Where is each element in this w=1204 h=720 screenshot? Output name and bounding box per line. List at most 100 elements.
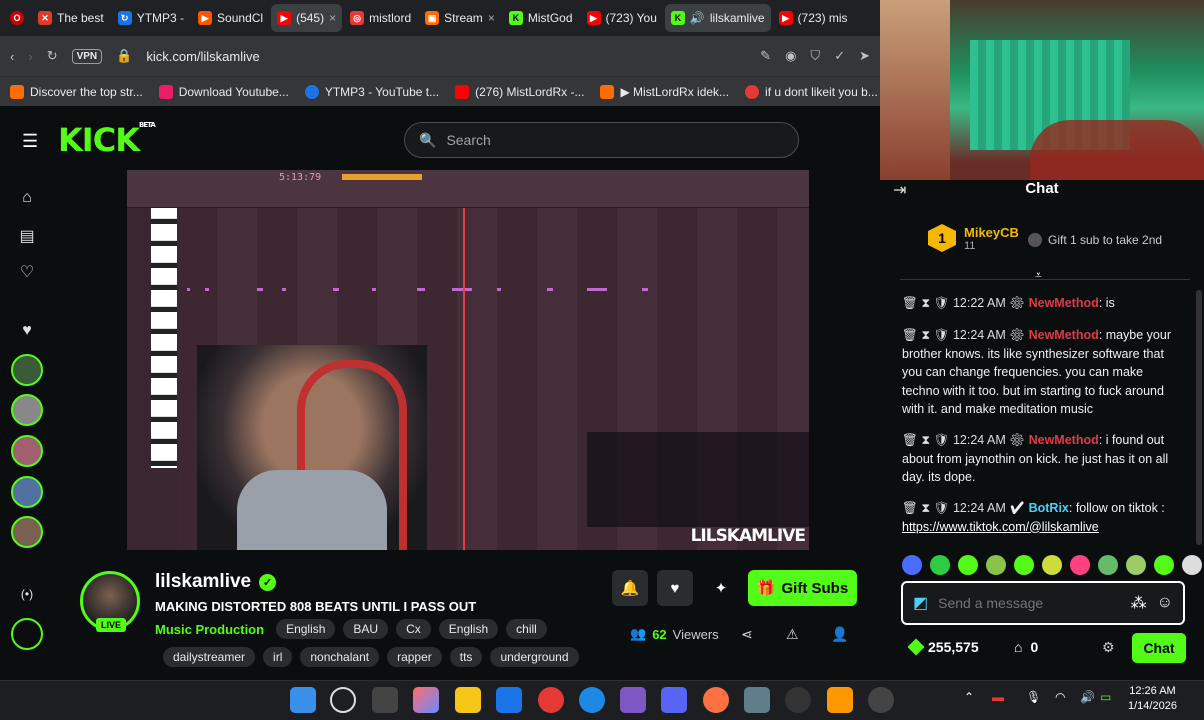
start-menu-icon[interactable] — [290, 687, 316, 713]
bookmark-item[interactable]: Download Youtube... — [158, 84, 289, 99]
edge-icon[interactable] — [579, 687, 605, 713]
message-actions-icon[interactable]: 🗑 ⧗ 🛡 — [902, 501, 953, 515]
message-link[interactable]: https://www.tiktok.com/@lilskamlive — [902, 520, 1099, 534]
reload-icon[interactable]: ↻ — [47, 48, 58, 64]
camera-icon[interactable]: ◉ — [785, 48, 796, 64]
media-app-icon[interactable] — [620, 687, 646, 713]
emote-icon[interactable] — [930, 555, 950, 575]
message-actions-icon[interactable]: 🗑 ⧗ 🛡 — [902, 328, 953, 342]
bookmark-item[interactable]: ▶ MistLordRx idek... — [600, 84, 729, 99]
share-icon[interactable]: ⋖ — [741, 626, 753, 643]
tag-chip[interactable]: tts — [449, 647, 483, 667]
tag-chip[interactable]: BAU — [343, 619, 389, 639]
sparkle-button[interactable]: ✦ — [703, 570, 739, 606]
following-heart-icon[interactable]: ♥ — [13, 317, 41, 345]
live-radio-icon[interactable]: (•) — [13, 580, 41, 608]
notifications-bell-button[interactable]: 🔔 — [612, 570, 648, 606]
browser-tab[interactable]: ◎ mistlord — [344, 4, 417, 32]
file-explorer-icon[interactable] — [455, 687, 481, 713]
tray-chevron-icon[interactable]: ⌃ — [964, 690, 974, 704]
expand-chevron-icon[interactable]: ⩡ — [1035, 268, 1042, 283]
hamburger-menu-icon[interactable]: ☰ — [22, 131, 38, 152]
media-player-icon[interactable] — [868, 687, 894, 713]
streamer-name[interactable]: lilskamlive ✓ — [155, 571, 277, 593]
botrix-icon[interactable]: ◩ — [913, 593, 928, 613]
tag-chip[interactable]: chill — [506, 619, 547, 639]
volume-icon[interactable]: 🔊 — [1080, 690, 1095, 704]
browser-tab[interactable]: ▣ Stream × — [419, 4, 501, 32]
check-icon[interactable]: ✓ — [834, 48, 845, 64]
browser-tab[interactable]: ✕ The best — [32, 4, 110, 32]
tag-chip[interactable]: nonchalant — [300, 647, 380, 667]
user-add-icon[interactable]: 👤 — [831, 626, 848, 643]
emote-icon[interactable] — [1098, 555, 1118, 575]
tag-chip[interactable]: underground — [490, 647, 579, 667]
browser-tab-active[interactable]: K 🔊 lilskamlive — [664, 4, 771, 32]
send-icon[interactable]: ➤ — [859, 48, 870, 64]
close-tab-icon[interactable]: × — [329, 11, 336, 25]
discord-icon[interactable] — [661, 687, 687, 713]
gift-sub-prompt[interactable]: Gift 1 sub to take 2nd — [1028, 233, 1162, 247]
channel-points[interactable]: 255,575 — [907, 638, 979, 656]
bookmark-item[interactable]: Discover the top str... — [10, 84, 143, 99]
battery-icon[interactable]: ▭ — [1100, 690, 1111, 704]
emote-icon[interactable] — [1126, 555, 1146, 575]
emote-icon[interactable] — [1154, 555, 1174, 575]
bookmark-item[interactable]: if u dont likeit you b... — [745, 84, 878, 99]
search-input[interactable]: 🔍 Search — [404, 122, 799, 158]
message-username[interactable]: BotRix — [1029, 501, 1069, 515]
follow-button[interactable]: ♥ — [657, 570, 693, 606]
followed-channel-avatar[interactable] — [11, 394, 43, 426]
browser-tab[interactable]: ▶ (545) × — [271, 4, 343, 32]
browser-tab[interactable]: ▶ (723) mis — [773, 4, 854, 32]
fl-studio-icon[interactable] — [827, 687, 853, 713]
browser-tab[interactable]: ▶ SoundCl — [192, 4, 269, 32]
message-field[interactable] — [938, 595, 1121, 611]
drops-counter[interactable]: ⌂ 0 — [1014, 639, 1038, 655]
back-icon[interactable]: ‹ — [10, 49, 14, 64]
message-actions-icon[interactable]: 🗑 ⧗ 🛡 — [902, 296, 953, 310]
tag-chip[interactable]: English — [276, 619, 336, 639]
browser-tab[interactable]: K MistGod — [503, 4, 579, 32]
browser-tab[interactable]: ▶ (723) You — [581, 4, 663, 32]
tray-app-icon[interactable]: ▬ — [992, 690, 1004, 704]
gift-leaderboard-entry[interactable]: 1 MikeyCB 11 — [928, 224, 1019, 252]
task-view-icon[interactable] — [372, 687, 398, 713]
bookmark-item[interactable]: YTMP3 - YouTube t... — [304, 84, 439, 99]
browse-icon[interactable]: ▤ — [13, 222, 41, 250]
tag-chip[interactable]: Cx — [396, 619, 431, 639]
tag-chip[interactable]: English — [438, 619, 499, 639]
followed-channel-avatar[interactable] — [11, 435, 43, 467]
message-username[interactable]: NewMethod — [1029, 328, 1099, 342]
category-link[interactable]: Music Production — [155, 622, 264, 637]
vpn-badge[interactable]: VPN — [71, 48, 103, 64]
emote-icon[interactable] — [1182, 555, 1202, 575]
emote-icon[interactable] — [958, 555, 978, 575]
tag-chip[interactable]: irl — [263, 647, 293, 667]
emote-icon[interactable] — [1014, 555, 1034, 575]
emote-picker-icon[interactable]: ⁂ — [1131, 593, 1147, 613]
smiley-icon[interactable]: ☺ — [1157, 594, 1173, 612]
camera-app-icon[interactable] — [744, 687, 770, 713]
emote-icon[interactable] — [986, 555, 1006, 575]
kick-logo[interactable]: KICKBETA — [58, 121, 156, 159]
browser-menu-icon[interactable]: O — [4, 4, 30, 32]
video-player[interactable]: 5:13:79 LILSKAMLIVE — [127, 170, 809, 550]
following-icon[interactable]: ♡ — [13, 258, 41, 286]
tag-chip[interactable]: dailystreamer — [163, 647, 256, 667]
message-username[interactable]: NewMethod — [1029, 433, 1099, 447]
bookmark-item[interactable]: (276) MistLordRx -... — [455, 84, 584, 99]
gift-subs-button[interactable]: 🎁 Gift Subs — [748, 570, 857, 606]
shield-icon[interactable]: ⛉ — [810, 48, 820, 64]
search-taskbar-icon[interactable] — [330, 687, 356, 713]
emote-icon[interactable] — [902, 555, 922, 575]
message-actions-icon[interactable]: 🗑 ⧗ 🛡 — [902, 433, 953, 447]
send-chat-button[interactable]: Chat — [1132, 633, 1186, 663]
emote-icon[interactable] — [1042, 555, 1062, 575]
edit-icon[interactable]: ✎ — [760, 48, 771, 64]
followed-channel-avatar[interactable] — [11, 516, 43, 548]
wifi-icon[interactable]: ◠ — [1055, 690, 1065, 704]
forward-icon[interactable]: › — [28, 49, 32, 64]
chat-input[interactable]: ◩ ⁂ ☺ — [901, 581, 1185, 625]
url-field[interactable]: kick.com/lilskamlive — [146, 49, 746, 64]
